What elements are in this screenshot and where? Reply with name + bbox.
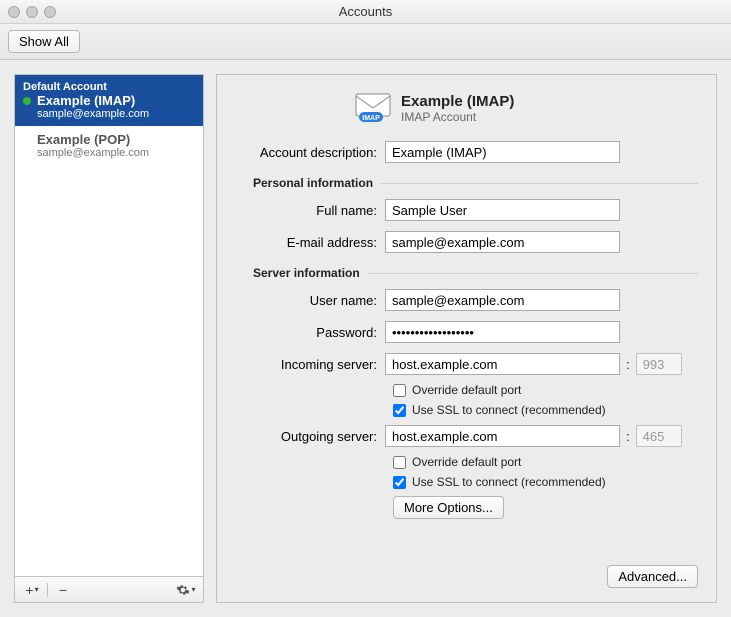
zoom-icon[interactable] [44,6,56,18]
password-input[interactable] [385,321,620,343]
svg-text:IMAP: IMAP [362,115,380,122]
content: Default Account Example (IMAP) sample@ex… [0,60,731,617]
show-all-button[interactable]: Show All [8,30,80,53]
label-password: Password: [235,325,385,340]
section-personal-info: Personal information [253,176,381,190]
window-controls [8,6,56,18]
label-use-ssl: Use SSL to connect (recommended) [412,475,606,489]
more-options-button[interactable]: More Options... [393,496,504,519]
window-title: Accounts [0,4,731,19]
outgoing-override-port-checkbox[interactable] [393,456,406,469]
account-detail-panel: IMAP Example (IMAP) IMAP Account Account… [216,74,717,603]
user-name-input[interactable] [385,289,620,311]
divider [368,273,698,274]
account-item-pop[interactable]: Example (POP) sample@example.com [15,126,203,165]
advanced-button[interactable]: Advanced... [607,565,698,588]
outgoing-port-input[interactable] [636,425,682,447]
port-separator: : [626,429,630,444]
status-online-icon [23,97,31,105]
incoming-ssl-checkbox[interactable] [393,404,406,417]
close-icon[interactable] [8,6,20,18]
label-outgoing-server: Outgoing server: [235,429,385,444]
incoming-port-input[interactable] [636,353,682,375]
remove-account-button[interactable]: − [52,581,74,599]
label-email: E-mail address: [235,235,385,250]
accounts-list: Default Account Example (IMAP) sample@ex… [15,75,203,576]
incoming-override-port-checkbox[interactable] [393,384,406,397]
account-item-imap[interactable]: Default Account Example (IMAP) sample@ex… [15,75,203,126]
toolbar: Show All [0,24,731,60]
add-account-button[interactable]: +▾ [21,581,43,599]
panel-title: Example (IMAP) [401,93,514,110]
outgoing-ssl-checkbox[interactable] [393,476,406,489]
sidebar-toolbar: +▾ − ▾ [15,576,203,602]
section-server-info: Server information [253,266,368,280]
separator [47,583,48,597]
default-account-label: Default Account [23,81,195,93]
panel-subtitle: IMAP Account [401,110,514,124]
label-account-description: Account description: [235,145,385,160]
incoming-server-input[interactable] [385,353,620,375]
mail-imap-icon: IMAP [355,93,391,126]
account-email: sample@example.com [37,147,195,159]
outgoing-server-input[interactable] [385,425,620,447]
account-name: Example (POP) [37,132,130,147]
label-use-ssl: Use SSL to connect (recommended) [412,403,606,417]
account-email: sample@example.com [37,108,195,120]
label-override-port: Override default port [412,455,521,469]
email-input[interactable] [385,231,620,253]
titlebar: Accounts [0,0,731,24]
label-full-name: Full name: [235,203,385,218]
minimize-icon[interactable] [26,6,38,18]
account-description-input[interactable] [385,141,620,163]
panel-header: IMAP Example (IMAP) IMAP Account [355,93,698,126]
label-incoming-server: Incoming server: [235,357,385,372]
divider [381,183,698,184]
label-user-name: User name: [235,293,385,308]
label-override-port: Override default port [412,383,521,397]
accounts-sidebar: Default Account Example (IMAP) sample@ex… [14,74,204,603]
port-separator: : [626,357,630,372]
account-name: Example (IMAP) [37,93,135,108]
full-name-input[interactable] [385,199,620,221]
gear-icon[interactable]: ▾ [175,581,197,599]
